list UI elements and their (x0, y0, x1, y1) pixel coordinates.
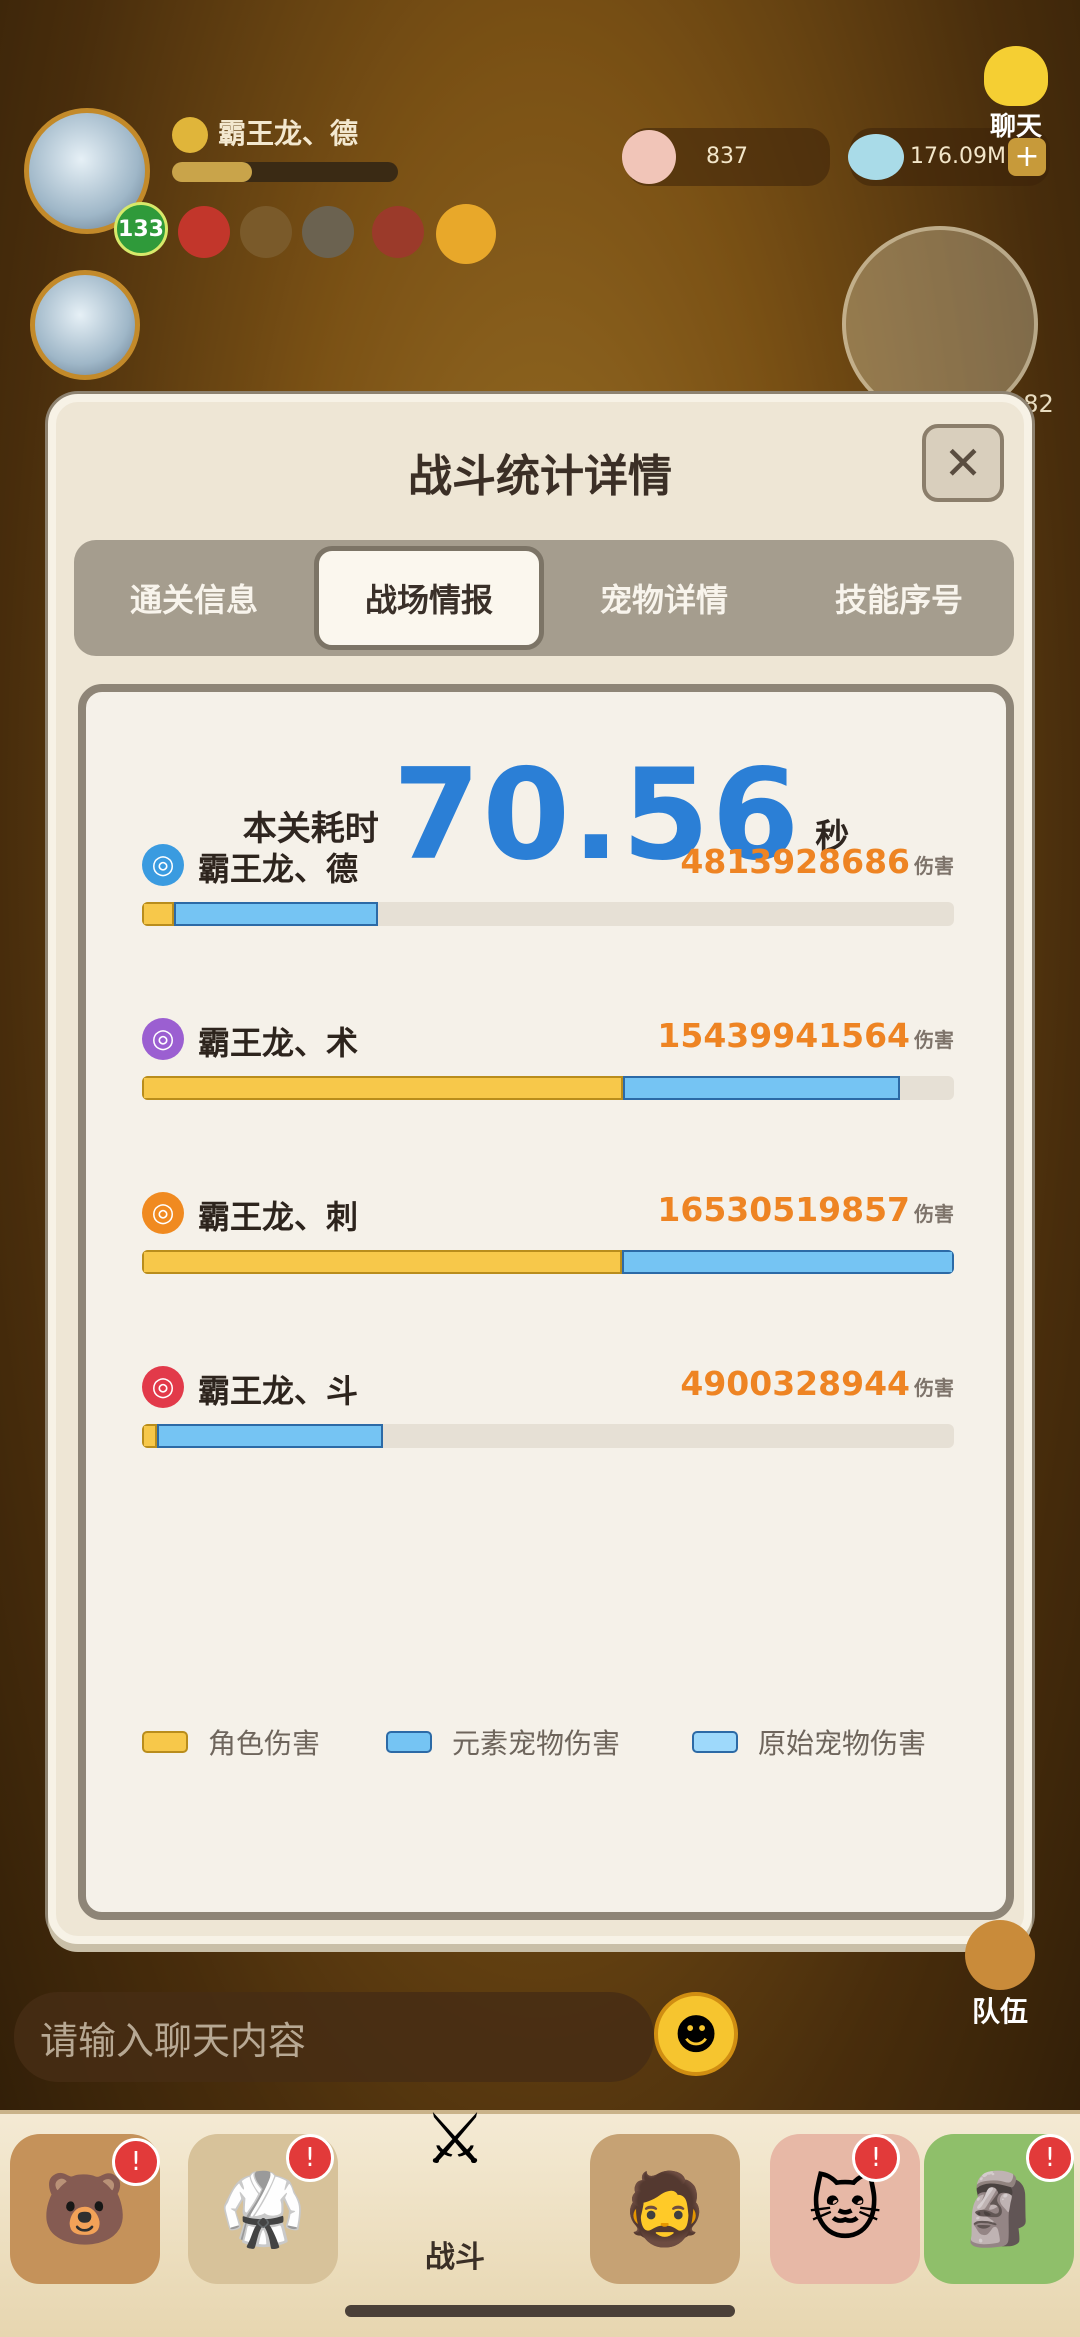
damage-row: ◎ 霸王龙、德 4813928686 伤害 (142, 840, 954, 940)
tab-skill-order[interactable]: 技能序号 (784, 540, 1014, 656)
shell-icon (622, 130, 676, 184)
buff-icon-3[interactable] (302, 206, 354, 258)
damage-bar-track (142, 1076, 954, 1100)
legend-character: 角色伤害 (142, 1722, 320, 1762)
tab-bar: 通关信息 战场情报 宠物详情 技能序号 (74, 540, 1014, 656)
arcane-icon: ◎ (142, 1018, 184, 1060)
emote-icon (172, 117, 208, 153)
damage-row: ◎ 霸王龙、刺 16530519857 伤害 (142, 1188, 954, 1288)
add-gems-icon[interactable]: + (1008, 138, 1046, 176)
team-button[interactable]: 队伍 (940, 1920, 1060, 2030)
bar-segment-character (142, 1424, 157, 1448)
level-badge: 133 (114, 202, 168, 256)
nav-character-3[interactable]: 🧔 (590, 2134, 740, 2284)
gem-icon (848, 134, 904, 180)
damage-value: 4813928686 (680, 842, 910, 881)
bar-segment-character (142, 1250, 622, 1274)
damage-bar-track (142, 902, 954, 926)
notification-bell-icon: ! (286, 2134, 334, 2182)
notification-bell-icon: ! (852, 2134, 900, 2182)
element-icon: ◎ (142, 844, 184, 886)
legend-original-pet: 原始宠物伤害 (692, 1722, 926, 1762)
battle-label: 战斗 (425, 2240, 485, 2275)
damage-value: 15439941564 (657, 1016, 910, 1055)
hero-name: 霸王龙、斗 (198, 1372, 359, 1410)
stats-panel: 本关耗时 70.56 秒 ◎ 霸王龙、德 4813928686 伤害 ◎ 霸王龙、术 154… (78, 684, 1014, 1920)
notification-bell-icon: ! (112, 2138, 160, 2186)
buff-icon-1[interactable] (178, 206, 230, 258)
hero-name: 霸王龙、术 (198, 1024, 359, 1062)
bottom-nav: 🐻 ! 🥋 ! ⚔ 战斗 🧔 🐱 ! 🗿 ! (0, 2098, 1080, 2337)
home-indicator (345, 2305, 735, 2317)
bar-segment-elemental-pet (623, 1076, 901, 1100)
damage-total: 15439941564 伤害 (657, 1016, 954, 1055)
buff-icon-2[interactable] (240, 206, 292, 258)
assassin-icon: ◎ (142, 1192, 184, 1234)
buff-icon-4[interactable] (372, 206, 424, 258)
damage-total: 16530519857 伤害 (657, 1190, 954, 1229)
exp-bar (172, 162, 398, 182)
bar-segment-elemental-pet (621, 1250, 954, 1274)
legend-elemental-pet: 元素宠物伤害 (386, 1722, 620, 1762)
team-icon (965, 1920, 1035, 1990)
shell-counter[interactable]: 837 (622, 128, 830, 186)
tab-clear-info[interactable]: 通关信息 (74, 540, 314, 656)
hero-name: 霸王龙、刺 (198, 1198, 359, 1236)
damage-unit: 伤害 (914, 1202, 954, 1226)
teammate-avatar[interactable] (30, 270, 140, 380)
damage-row: ◎ 霸王龙、斗 4900328944 伤害 (142, 1362, 954, 1462)
hero-name: 霸王龙、德 (198, 850, 359, 888)
damage-total: 4813928686 伤害 (680, 842, 954, 881)
close-icon: ✕ (943, 436, 983, 490)
damage-value: 4900328944 (680, 1364, 910, 1403)
legend-swatch-elemental (386, 1731, 432, 1753)
damage-bar-track (142, 1424, 954, 1448)
nav-battle[interactable]: ⚔ (380, 2054, 530, 2224)
battle-stats-dialog: 战斗统计详情 ✕ 通关信息 战场情报 宠物详情 技能序号 本关耗时 70.56 … (48, 394, 1032, 1944)
damage-unit: 伤害 (914, 1376, 954, 1400)
tab-battlefield-intel[interactable]: 战场情报 (314, 546, 544, 650)
dialog-title: 战斗统计详情 (408, 451, 672, 502)
damage-value: 16530519857 (657, 1190, 910, 1229)
emoji-button[interactable]: ☻ (654, 1992, 738, 2076)
chat-button[interactable]: 聊天 (966, 46, 1066, 143)
damage-total: 4900328944 伤害 (680, 1364, 954, 1403)
bar-segment-character (142, 902, 174, 926)
chat-input[interactable]: 请输入聊天内容 (14, 1992, 654, 2082)
chat-icon (984, 46, 1048, 106)
damage-row: ◎ 霸王龙、术 15439941564 伤害 (142, 1014, 954, 1114)
notification-bell-icon: ! (1026, 2134, 1074, 2182)
smile-icon: ☻ (674, 2009, 718, 2059)
player-name: 霸王龙、德 (172, 112, 358, 153)
buff-icon-5[interactable] (436, 204, 496, 264)
fighter-icon: ◎ (142, 1366, 184, 1408)
tab-pet-details[interactable]: 宠物详情 (544, 540, 784, 656)
bar-segment-elemental-pet (156, 1424, 383, 1448)
damage-unit: 伤害 (914, 854, 954, 878)
bar-segment-character (142, 1076, 624, 1100)
bar-segment-elemental-pet (173, 902, 379, 926)
close-button[interactable]: ✕ (922, 424, 1004, 502)
legend-swatch-character (142, 1731, 188, 1753)
damage-unit: 伤害 (914, 1028, 954, 1052)
legend-swatch-original (692, 1731, 738, 1753)
damage-bar-track (142, 1250, 954, 1274)
